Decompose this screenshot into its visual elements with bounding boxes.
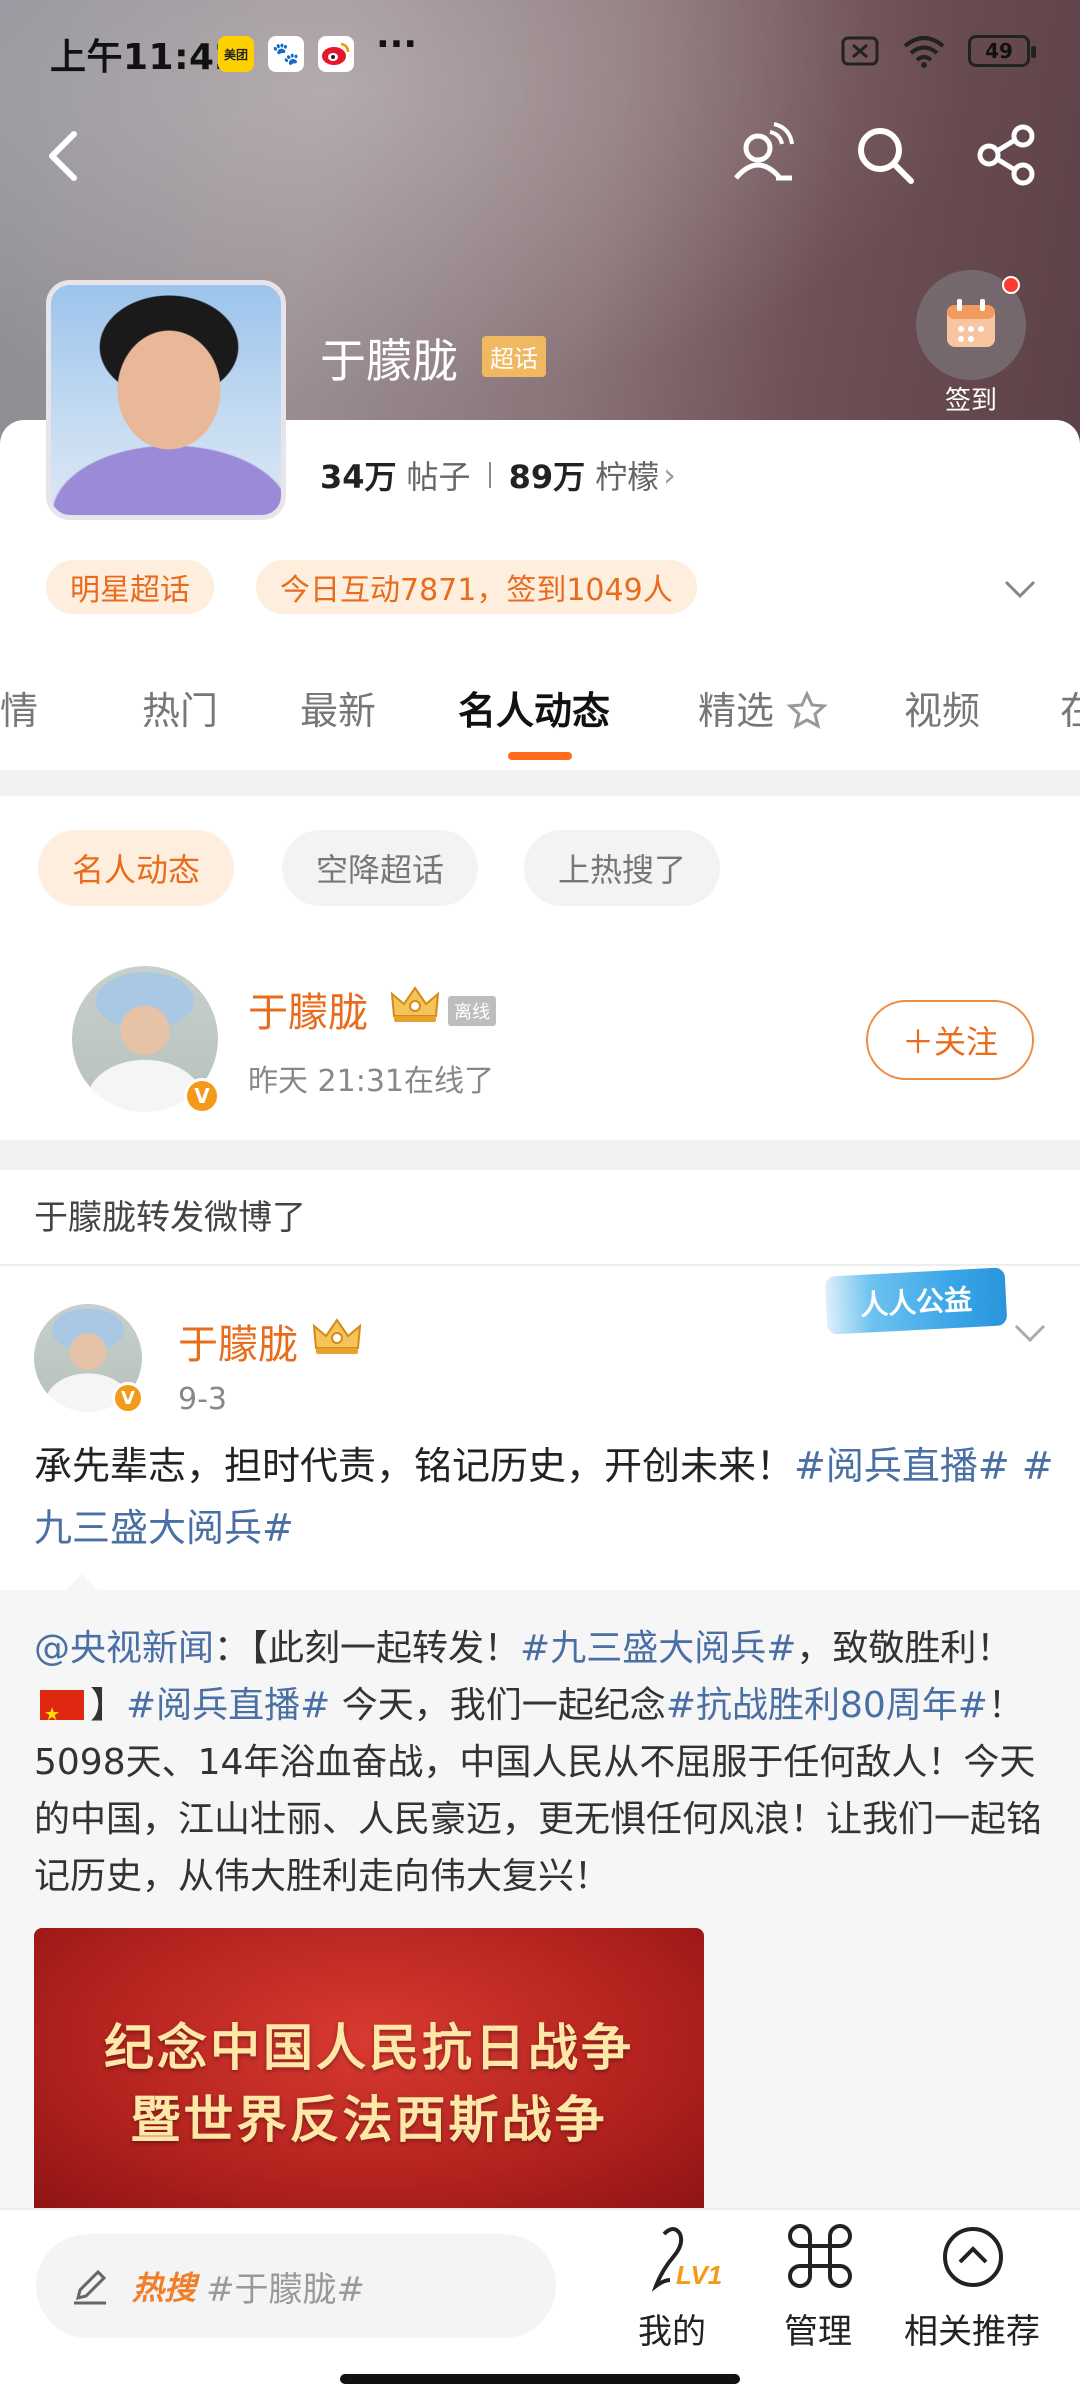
daily-interaction-tag[interactable]: 今日互动7871，签到1049人 <box>256 560 697 614</box>
online-status: 昨天 21:31在线了 <box>248 1064 494 1099</box>
command-icon <box>788 2224 852 2288</box>
posts-count: 34万 <box>320 458 397 496</box>
star-topic-tag[interactable]: 明星超话 <box>46 560 214 614</box>
tab-more[interactable]: 在 <box>1060 680 1080 735</box>
hot-search-label: 热搜 <box>132 2269 197 2307</box>
tab-details[interactable]: 详情 <box>0 680 38 735</box>
offline-tag: 离线 <box>448 996 496 1026</box>
mine-label: 我的 <box>638 2312 706 2352</box>
search-icon <box>858 128 914 184</box>
tab-celebrity-updates[interactable]: 名人动态 <box>458 680 610 735</box>
baidu-icon: 🐾 <box>268 36 304 72</box>
notification-dot <box>1002 276 1020 294</box>
crown-icon <box>390 986 440 1022</box>
posts-label: 帖子 <box>406 458 471 496</box>
hot-search-input[interactable]: 热搜 #于朦胧# <box>36 2234 556 2338</box>
battery-indicator: 49 <box>968 35 1036 67</box>
home-indicator[interactable] <box>340 2374 740 2384</box>
stats-divider <box>488 462 491 488</box>
chevron-down-icon <box>1004 580 1036 599</box>
hashtag-link[interactable]: #阅兵直播# <box>794 1444 1010 1488</box>
chip-celebrity-updates[interactable]: 名人动态 <box>38 830 235 906</box>
section-divider <box>0 770 1080 796</box>
tab-featured-label: 精选 <box>698 689 775 733</box>
post-text: 承先辈志，担时代责，铭记历史，开创未来！ <box>34 1444 795 1488</box>
post-menu-button[interactable] <box>1010 1312 1050 1352</box>
retweet-text-segment: 】 <box>90 1685 127 1726</box>
image-title-line-2: 暨世界反法西斯战争 <box>130 2090 608 2149</box>
hashtag-link[interactable]: #阅兵直播# <box>126 1685 330 1726</box>
wifi-icon <box>903 36 945 68</box>
retweet-text-segment: 今天，我们一起纪念 <box>330 1685 666 1726</box>
charity-badge[interactable]: 人人公益 <box>824 1267 1008 1335</box>
retweet-image[interactable]: 纪念中国人民抗日战争 暨世界反法西斯战争 <box>34 1928 704 2208</box>
status-time: 上午11:42 <box>50 37 241 78</box>
followers-label[interactable]: 柠檬 <box>595 452 659 498</box>
repost-header: 于朦胧转发微博了 <box>34 1198 306 1238</box>
recommend-button[interactable]: 相关推荐 <box>892 2224 1052 2354</box>
retweet-text-segment: ：【此刻一起转发！ <box>214 1628 521 1669</box>
crown-icon <box>312 1318 362 1354</box>
topic-stats: 34万 帖子 89万 柠檬 › <box>320 452 676 498</box>
bottom-bar: 热搜 #于朦胧# LV1 我的 管理 相关推荐 <box>0 2208 1080 2400</box>
active-tab-indicator <box>508 752 572 760</box>
pencil-icon <box>74 2269 107 2305</box>
section-divider <box>0 1140 1080 1170</box>
recommend-label: 相关推荐 <box>904 2312 1040 2352</box>
tab-featured[interactable]: 精选 <box>698 680 828 735</box>
weibo-icon <box>318 36 354 72</box>
expand-button[interactable] <box>1000 568 1040 608</box>
retweet-body: @央视新闻：【此刻一起转发！#九三盛大阅兵#，致敬胜利！ 】#阅兵直播# 今天，我… <box>34 1620 1044 1905</box>
back-arrow-icon <box>49 131 77 181</box>
checkin-button[interactable] <box>916 270 1026 380</box>
sparkle-icon <box>786 690 828 729</box>
post-body: 承先辈志，担时代责，铭记历史，开创未来！#阅兵直播# #九三盛大阅兵# <box>34 1435 1054 1559</box>
topic-avatar[interactable] <box>46 280 286 520</box>
fans-group-button[interactable] <box>726 118 800 192</box>
mention-link[interactable]: @央视新闻 <box>34 1628 214 1669</box>
divider <box>0 1264 1080 1266</box>
hashtag-link[interactable]: #抗战胜利80周年# <box>666 1685 988 1726</box>
post-author-avatar[interactable]: V <box>34 1304 144 1414</box>
verified-icon: V <box>112 1382 144 1414</box>
meituan-icon: 美团 <box>218 36 254 72</box>
image-title-line-1: 纪念中国人民抗日战争 <box>104 2018 634 2077</box>
celebrity-name[interactable]: 于朦胧 <box>248 980 368 1038</box>
more-notifications-icon: ··· <box>376 24 418 65</box>
checkin-label: 签到 <box>944 386 997 416</box>
tab-video[interactable]: 视频 <box>904 680 980 735</box>
tab-hot[interactable]: 热门 <box>142 680 218 735</box>
tab-latest[interactable]: 最新 <box>300 680 376 735</box>
retweet-text-segment: ，致敬胜利！ <box>796 1628 1013 1669</box>
chip-airdrop-topic[interactable]: 空降超话 <box>282 830 479 906</box>
post-author-name[interactable]: 于朦胧 <box>178 1312 298 1370</box>
share-icon <box>977 124 1035 186</box>
manage-button[interactable]: 管理 <box>748 2224 888 2354</box>
follow-button[interactable]: ＋关注 <box>866 1000 1034 1080</box>
search-button[interactable] <box>848 118 922 192</box>
chevron-up-circle-icon <box>943 2227 1003 2287</box>
chevron-down-icon <box>1014 1324 1046 1343</box>
topic-name: 于朦胧 <box>320 334 458 388</box>
status-bar: 上午11:42 美团 🐾 ··· 49 <box>0 0 1080 100</box>
manage-label: 管理 <box>784 2312 852 2352</box>
celebrity-avatar[interactable]: V <box>72 966 220 1114</box>
back-button[interactable] <box>30 120 100 190</box>
verified-icon: V <box>184 1078 220 1114</box>
level-text: LV1 <box>676 2260 722 2290</box>
china-flag-icon <box>40 1686 84 1743</box>
share-button[interactable] <box>970 118 1044 192</box>
no-sim-icon <box>841 36 879 66</box>
mine-button[interactable]: LV1 我的 <box>602 2224 742 2354</box>
calendar-icon <box>947 299 995 347</box>
hashtag-link[interactable]: #九三盛大阅兵# <box>520 1628 796 1669</box>
hot-search-text: #于朦胧# <box>206 2269 365 2310</box>
super-topic-badge: 超话 <box>482 336 546 377</box>
level-icon: LV1 <box>651 2227 722 2292</box>
chevron-right-icon: › <box>663 456 676 494</box>
fans-group-icon <box>734 122 794 181</box>
post-date: 9-3 <box>178 1382 227 1417</box>
chip-trending[interactable]: 上热搜了 <box>524 830 721 906</box>
followers-count[interactable]: 89万 <box>509 452 586 498</box>
